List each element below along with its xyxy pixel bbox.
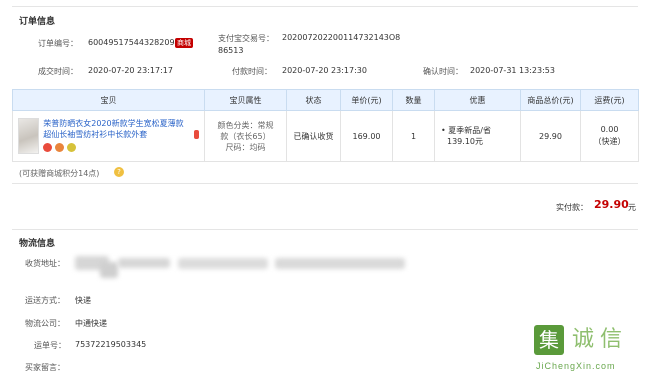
item-price: 169.00 [340, 110, 393, 162]
deal-time-label: 成交时间： [38, 67, 78, 76]
shipping-method: （快递） [593, 137, 626, 146]
service-icon-3[interactable] [67, 143, 77, 152]
alipay-no-line2: 86513 [218, 46, 244, 55]
shipping-method-value: 快递 [75, 296, 91, 305]
attr-line-1: 颜色分类：常规 [217, 120, 274, 130]
product-title-link[interactable]: 荣普防晒衣女2020新款学生宽松夏薄款超仙长袖雪纺衬衫中长款外套 [43, 118, 190, 140]
alipay-label: 支付宝交易号： [218, 34, 274, 43]
item-total: 29.90 [520, 110, 581, 162]
item-status: 已确认收货 [286, 110, 341, 162]
tracking-number[interactable]: 75372219503345 [75, 340, 146, 349]
col-header-attr: 宝贝属性 [204, 89, 287, 111]
pay-time: 2020-07-20 23:17:30 [282, 66, 367, 75]
points-note: (可获赠商城积分14点) [19, 169, 100, 178]
order-no-label: 订单编号： [38, 39, 78, 48]
order-no: 6004951754432820941 [88, 38, 185, 47]
confirm-time: 2020-07-31 13:23:53 [470, 66, 555, 75]
discount-line-2: 139.10元 [447, 137, 483, 146]
help-icon[interactable]: ? [114, 167, 124, 177]
col-header-status: 状态 [286, 89, 341, 111]
alipay-no-line1: 202007202200114732143O8 [282, 33, 401, 42]
attr-line-3: 尺码：均码 [225, 142, 266, 152]
watermark-logo: 集 诚信 JiChengXin.com [534, 325, 646, 375]
shipping-fee: 0.00 [600, 125, 619, 134]
col-header-price: 单价(元) [340, 89, 393, 111]
col-header-item: 宝贝 [12, 89, 205, 111]
col-header-shipping: 运费(元) [580, 89, 639, 111]
watermark-site: JiChengXin.com [536, 361, 616, 371]
order-items-table: 宝贝 宝贝属性 状态 单价(元) 数量 优惠 商品总价(元) 运费(元) 荣普防… [12, 89, 639, 162]
product-thumbnail[interactable] [18, 118, 40, 154]
service-icon-1[interactable] [43, 143, 53, 152]
pay-time-label: 付款时间： [232, 67, 272, 76]
order-info-title: 订单信息 [19, 17, 56, 27]
attr-line-2: 款（衣长65） [220, 131, 271, 141]
tracking-label: 运单号： [34, 341, 66, 350]
company-value: 中通快递 [75, 319, 107, 328]
watermark-char-1: 集 [534, 325, 564, 355]
paid-amount: 29.90 [594, 198, 629, 211]
mall-badge: 商城 [175, 38, 193, 48]
col-header-discount: 优惠 [434, 89, 521, 111]
item-qty: 1 [392, 110, 435, 162]
col-header-qty: 数量 [392, 89, 435, 111]
table-row: 荣普防晒衣女2020新款学生宽松夏薄款超仙长袖雪纺衬衫中长款外套 颜色分类：常规… [12, 110, 639, 162]
message-label: 买家留言： [25, 363, 65, 372]
service-icon-2[interactable] [55, 143, 65, 152]
col-header-total: 商品总价(元) [520, 89, 581, 111]
paid-unit: 元 [628, 203, 636, 212]
deal-time: 2020-07-20 23:17:17 [88, 66, 173, 75]
watermark-chars: 诚信 [572, 327, 629, 352]
table-header-row: 宝贝 宝贝属性 状态 单价(元) 数量 优惠 商品总价(元) 运费(元) [12, 89, 639, 111]
method-label: 运送方式： [25, 296, 65, 305]
company-label: 物流公司： [25, 319, 65, 328]
logistics-title: 物流信息 [19, 239, 56, 249]
promo-icon[interactable] [194, 130, 200, 139]
discount-line-1: • 夏季新品/省 [441, 126, 491, 135]
address-label: 收货地址： [25, 259, 65, 268]
confirm-time-label: 确认时间： [423, 67, 463, 76]
paid-label: 实付款： [556, 203, 588, 212]
